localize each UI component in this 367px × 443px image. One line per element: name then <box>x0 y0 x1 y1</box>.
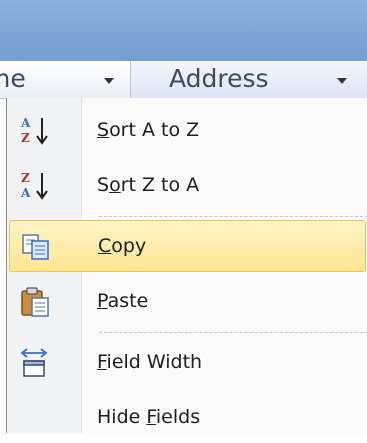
menu-item-label: Hide Fields <box>97 406 201 428</box>
menu-separator <box>99 332 367 333</box>
menu-item-hide-fields[interactable]: Hide Fields <box>7 391 367 443</box>
context-menu: A Z Sort A to Z Z A Sort Z to A Copy Pas… <box>6 98 367 433</box>
svg-text:Z: Z <box>21 131 30 145</box>
field-width-icon <box>18 346 52 380</box>
menu-item-field-width[interactable]: Field Width <box>7 336 367 388</box>
copy-icon <box>19 230 53 264</box>
svg-text:A: A <box>20 116 31 130</box>
sort-descending-icon: Z A <box>18 169 52 203</box>
svg-text:Z: Z <box>21 171 30 185</box>
menu-item-label: Paste <box>97 290 149 312</box>
window-titlebar <box>0 0 367 61</box>
sort-ascending-icon: A Z <box>18 114 52 148</box>
column-header-name[interactable]: me <box>0 61 130 98</box>
column-header-name-label: me <box>0 64 26 93</box>
menu-item-label: Field Width <box>97 351 203 373</box>
menu-item-label: Sort Z to A <box>97 174 200 196</box>
svg-text:A: A <box>20 186 31 200</box>
dropdown-arrow-icon[interactable] <box>337 78 347 84</box>
column-header-address[interactable]: Address <box>131 61 367 98</box>
datasheet-column-headers: me Address <box>0 61 367 99</box>
menu-item-label: Sort A to Z <box>97 119 200 141</box>
menu-item-copy[interactable]: Copy <box>9 220 366 272</box>
menu-item-paste[interactable]: Paste <box>7 275 367 327</box>
menu-item-sort-z-to-a[interactable]: Z A Sort Z to A <box>7 159 367 211</box>
menu-item-label: Copy <box>98 235 147 257</box>
menu-item-sort-a-to-z[interactable]: A Z Sort A to Z <box>7 104 367 156</box>
menu-separator <box>99 216 367 217</box>
dropdown-arrow-icon[interactable] <box>104 78 114 84</box>
column-header-address-label: Address <box>169 64 269 93</box>
paste-icon <box>18 285 52 319</box>
